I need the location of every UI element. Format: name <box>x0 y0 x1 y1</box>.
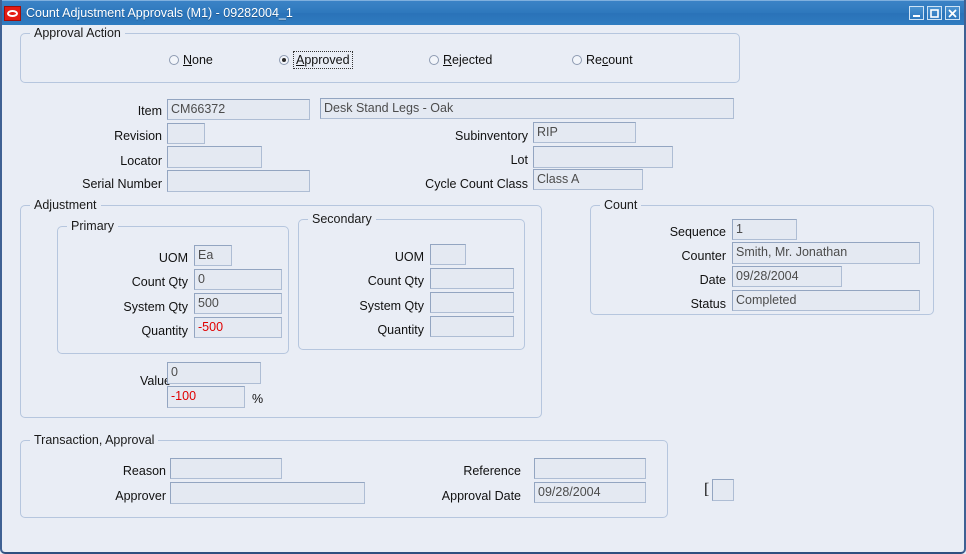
cycle-count-class-field[interactable]: Class A <box>533 169 643 190</box>
primary-count-qty-label: Count Qty <box>131 275 188 289</box>
lot-field[interactable] <box>533 146 673 168</box>
flexfield-bracket-label: [ <box>704 481 710 498</box>
secondary-system-qty-label: System Qty <box>359 299 424 313</box>
primary-system-qty-label: System Qty <box>123 300 188 314</box>
approver-field[interactable] <box>170 482 365 504</box>
item-field[interactable]: CM66372 <box>167 99 310 120</box>
status-label: Status <box>690 297 726 311</box>
primary-group: Primary UOM Ea Count Qty 0 System Qty 50… <box>57 219 289 354</box>
percent-sign-label: % <box>252 392 264 406</box>
radio-approved-indicator <box>279 55 289 65</box>
primary-count-qty-field[interactable]: 0 <box>194 269 282 290</box>
reference-field[interactable] <box>534 458 646 479</box>
window-titlebar[interactable]: Count Adjustment Approvals (M1) - 092820… <box>2 0 964 25</box>
revision-field[interactable] <box>167 123 205 144</box>
cycle-count-class-label: Cycle Count Class <box>425 177 528 191</box>
primary-quantity-label: Quantity <box>141 324 188 338</box>
primary-uom-field[interactable]: Ea <box>194 245 232 266</box>
close-icon[interactable] <box>945 6 960 20</box>
value-amount-field[interactable]: 0 <box>167 362 261 384</box>
counter-field[interactable]: Smith, Mr. Jonathan <box>732 242 920 264</box>
radio-none[interactable]: None <box>169 52 213 68</box>
count-legend: Count <box>600 198 642 212</box>
application-window: Count Adjustment Approvals (M1) - 092820… <box>0 0 966 554</box>
window-title: Count Adjustment Approvals (M1) - 092820… <box>26 6 293 20</box>
radio-recount-indicator <box>572 55 582 65</box>
secondary-uom-label: UOM <box>394 250 424 264</box>
primary-legend: Primary <box>67 219 119 233</box>
count-group: Count Sequence 1 Counter Smith, Mr. Jona… <box>590 198 934 315</box>
minimize-icon[interactable] <box>909 6 924 20</box>
value-label: Value <box>139 374 171 388</box>
secondary-quantity-field[interactable] <box>430 316 514 337</box>
oracle-logo-icon <box>4 5 21 21</box>
flexfield-field[interactable] <box>712 479 734 501</box>
secondary-count-qty-label: Count Qty <box>367 274 424 288</box>
date-label: Date <box>699 273 726 287</box>
value-percent-field[interactable]: -100 <box>167 386 245 408</box>
secondary-count-qty-field[interactable] <box>430 268 514 289</box>
approval-action-legend: Approval Action <box>30 26 125 40</box>
primary-uom-label: UOM <box>158 251 188 265</box>
locator-field[interactable] <box>167 146 262 168</box>
lot-label: Lot <box>510 153 528 167</box>
reason-label: Reason <box>122 464 166 478</box>
radio-approved-label: Approved <box>293 51 353 69</box>
secondary-legend: Secondary <box>308 212 376 226</box>
secondary-group: Secondary UOM Count Qty System Qty Quant… <box>298 212 525 350</box>
subinventory-label: Subinventory <box>455 129 528 143</box>
radio-none-indicator <box>169 55 179 65</box>
radio-none-label: None <box>183 53 213 67</box>
serial-number-label: Serial Number <box>82 177 162 191</box>
maximize-icon[interactable] <box>927 6 942 20</box>
secondary-quantity-label: Quantity <box>377 323 424 337</box>
locator-label: Locator <box>120 154 162 168</box>
adjustment-group: Adjustment Primary UOM Ea Count Qty 0 Sy… <box>20 198 542 418</box>
radio-rejected-indicator <box>429 55 439 65</box>
revision-label: Revision <box>114 129 162 143</box>
adjustment-legend: Adjustment <box>30 198 101 212</box>
reference-label: Reference <box>463 464 521 478</box>
reason-field[interactable] <box>170 458 282 479</box>
date-field[interactable]: 09/28/2004 <box>732 266 842 287</box>
subinventory-field[interactable]: RIP <box>533 122 636 143</box>
approval-date-label: Approval Date <box>441 489 521 503</box>
approver-label: Approver <box>115 489 166 503</box>
item-label: Item <box>137 104 162 118</box>
radio-rejected-label: Rejected <box>443 53 493 67</box>
item-description-field[interactable]: Desk Stand Legs - Oak <box>320 98 734 119</box>
approval-action-group: Approval Action None Approved Rejected R… <box>20 26 740 83</box>
transaction-approval-group: Transaction, Approval Reason Approver Re… <box>20 433 668 518</box>
serial-number-field[interactable] <box>167 170 310 192</box>
counter-label: Counter <box>681 249 726 263</box>
sequence-field[interactable]: 1 <box>732 219 797 240</box>
radio-approved[interactable]: Approved <box>279 51 353 69</box>
secondary-system-qty-field[interactable] <box>430 292 514 313</box>
primary-system-qty-field[interactable]: 500 <box>194 293 282 314</box>
radio-recount[interactable]: Recount <box>572 52 633 68</box>
sequence-label: Sequence <box>669 225 726 239</box>
status-field[interactable]: Completed <box>732 290 920 311</box>
transaction-approval-legend: Transaction, Approval <box>30 433 159 447</box>
radio-rejected[interactable]: Rejected <box>429 52 492 68</box>
primary-quantity-field[interactable]: -500 <box>194 317 282 338</box>
window-controls <box>909 6 963 20</box>
radio-recount-label: Recount <box>586 53 633 67</box>
secondary-uom-field[interactable] <box>430 244 466 265</box>
approval-date-field[interactable]: 09/28/2004 <box>534 482 646 503</box>
